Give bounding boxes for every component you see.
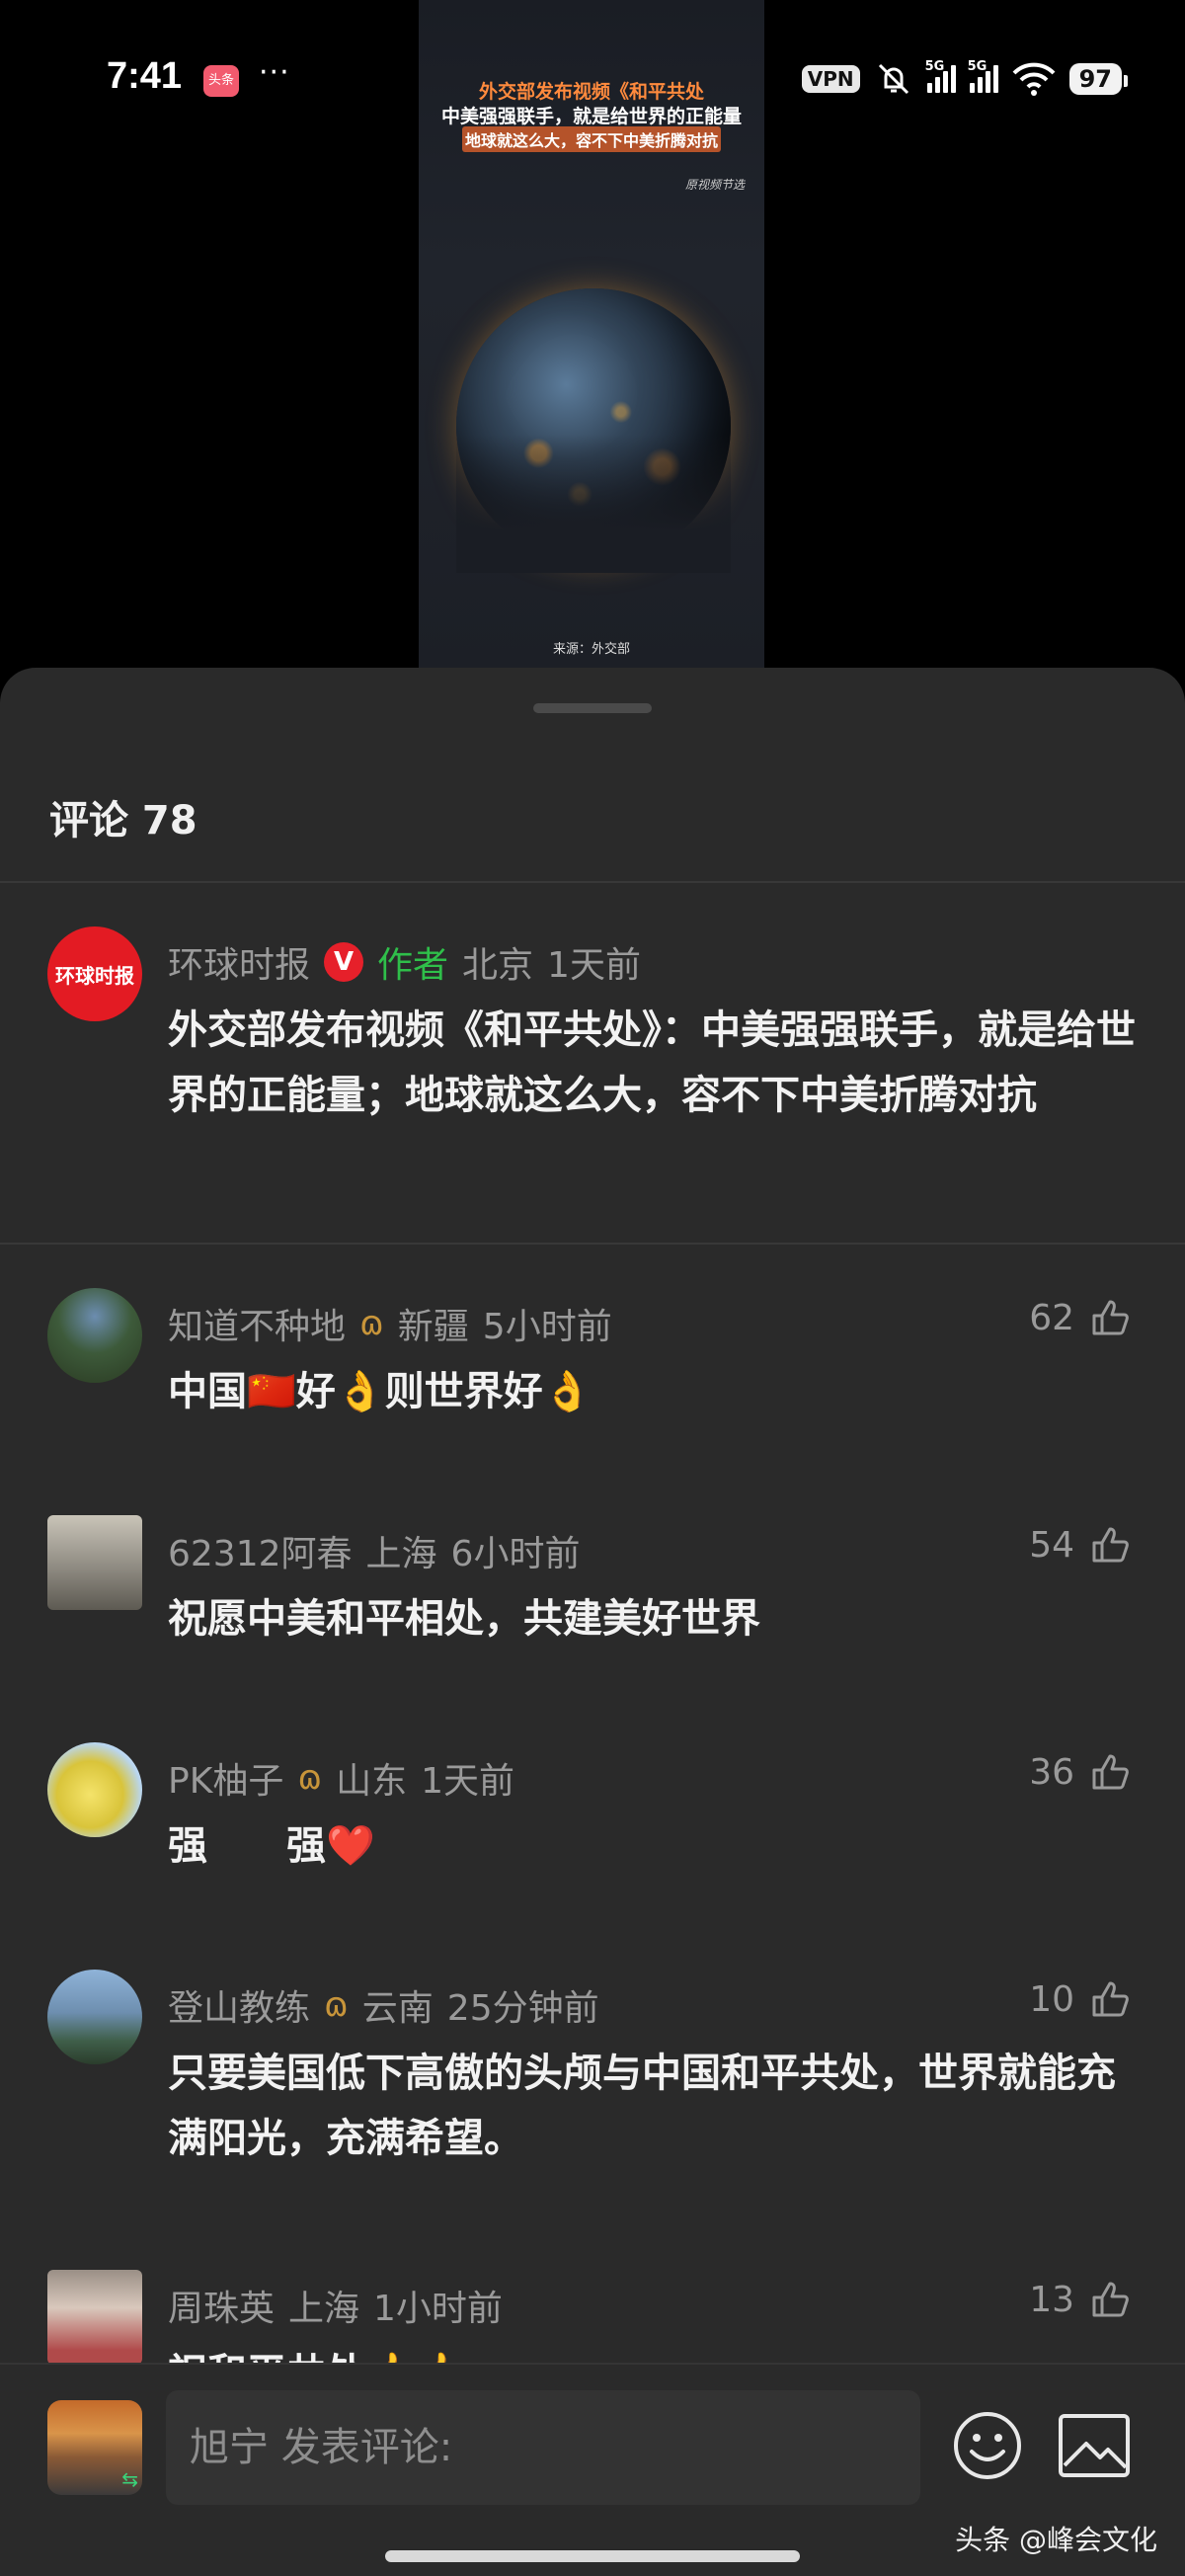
vip-badge-icon: ɷ	[359, 1304, 384, 1343]
comment-meta: 62312阿春 上海 6小时前	[168, 1525, 580, 1576]
comment-meta: PK柚子 ɷ 山东 1天前	[168, 1752, 514, 1804]
mute-icon	[878, 63, 908, 95]
comments-count-title: 评论 78	[49, 798, 198, 844]
more-notifications-icon: ···	[259, 55, 290, 90]
vip-badge-icon: ɷ	[324, 1985, 349, 2025]
my-avatar[interactable]: ⇆	[47, 2400, 142, 2495]
comment-meta: 环球时报 V 作者 北京 1天前	[168, 936, 641, 988]
comment-location: 上海	[365, 1534, 437, 1574]
switch-account-icon[interactable]: ⇆	[121, 2467, 138, 2491]
vpn-icon: VPN	[801, 65, 860, 93]
like-count: 62	[1029, 1297, 1074, 1338]
avatar[interactable]	[47, 1970, 142, 2064]
vip-badge-icon: ɷ	[297, 1758, 323, 1798]
avatar-logo-text: 环球时报	[55, 963, 134, 988]
comment-input-bar: ⇆ 旭宁 发表评论: 头条 @峰会文化	[0, 2363, 1185, 2576]
signal-1-icon: 5G	[925, 59, 956, 93]
comment-time: 5小时前	[482, 1307, 612, 1347]
like-count: 54	[1029, 1524, 1074, 1566]
commenter-name[interactable]: PK柚子	[168, 1752, 283, 1804]
commenter-name[interactable]: 登山教练	[168, 1979, 310, 2031]
avatar[interactable]: 环球时报	[47, 926, 142, 1021]
comment-location: 山东	[336, 1761, 408, 1802]
like-count: 10	[1029, 1978, 1074, 2020]
avatar[interactable]	[47, 1288, 142, 1383]
thumbs-up-icon	[1092, 1300, 1129, 1335]
comment-meta: 知道不种地 ɷ 新疆 5小时前	[168, 1298, 612, 1349]
network-type-1: 5G	[924, 59, 945, 74]
app-notification-icon: 头条	[203, 65, 239, 97]
thumbs-up-icon	[1092, 1981, 1129, 2017]
battery-icon: 97	[1068, 63, 1129, 95]
commenter-name[interactable]: 知道不种地	[168, 1298, 346, 1349]
like-count: 36	[1029, 1751, 1074, 1793]
comment-text[interactable]: 只要美国低下高傲的头颅与中国和平共处，世界就能充满阳光，充满希望。	[168, 2041, 1146, 2171]
commenter-name[interactable]: 环球时报	[168, 936, 310, 988]
verified-badge-icon: V	[324, 942, 364, 982]
author-tag: 作者	[377, 945, 449, 986]
comment-location: 云南	[361, 1988, 434, 2029]
commenter-name[interactable]: 周珠英	[168, 2280, 275, 2331]
video-tag: 原视频节选	[684, 178, 745, 192]
drag-handle[interactable]	[533, 703, 652, 713]
comment-time: 6小时前	[450, 1534, 581, 1574]
image-upload-icon[interactable]	[1057, 2412, 1132, 2479]
like-button[interactable]: 36	[1029, 1750, 1132, 1794]
commenter-name[interactable]: 62312阿春	[168, 1525, 353, 1576]
thumbs-up-icon	[1092, 2282, 1129, 2317]
network-type-2: 5G	[967, 59, 988, 74]
status-bar: 7:41 头条 ··· VPN 5G 5G 97	[0, 49, 1185, 109]
avatar[interactable]	[47, 1742, 142, 1837]
avatar[interactable]	[47, 2270, 142, 2365]
like-button[interactable]: 54	[1029, 1523, 1132, 1567]
comment-text[interactable]: 中国🇨🇳好👌则世界好👌	[168, 1359, 1146, 1424]
comment-location: 新疆	[397, 1307, 469, 1347]
status-icons: VPN 5G 5G 97	[801, 57, 1129, 101]
comment-location: 北京	[462, 945, 534, 986]
comment-text[interactable]: 强 强❤️	[168, 1813, 1146, 1879]
comment-sheet[interactable]: 评论 78 环球时报 环球时报 V 作者 北京 1天前 外交部发布视频《和平共处…	[0, 668, 1185, 2576]
comment-time: 1天前	[421, 1761, 515, 1802]
signal-2-icon: 5G	[968, 59, 998, 93]
comment-meta: 登山教练 ɷ 云南 25分钟前	[168, 1979, 599, 2031]
comment-meta: 周珠英 上海 1小时前	[168, 2280, 503, 2331]
comment-text[interactable]: 祝愿中美和平相处，共建美好世界	[168, 1586, 1146, 1651]
header-divider	[0, 881, 1185, 883]
author-divider	[0, 1243, 1185, 1245]
thumbs-up-icon	[1092, 1527, 1129, 1563]
avatar[interactable]	[47, 1515, 142, 1610]
clock: 7:41	[107, 55, 183, 97]
comment-time: 1小时前	[373, 2289, 503, 2329]
video-source: 来源：外交部	[552, 642, 630, 657]
watermark: 头条 @峰会文化	[955, 2524, 1157, 2556]
like-button[interactable]: 10	[1029, 1977, 1132, 2021]
comment-input[interactable]: 旭宁 发表评论:	[166, 2390, 920, 2505]
like-button[interactable]: 13	[1029, 2278, 1132, 2321]
comment-time: 25分钟前	[446, 1988, 599, 2029]
like-count: 13	[1029, 2279, 1074, 2320]
emoji-icon[interactable]	[950, 2408, 1025, 2483]
comment-time: 1天前	[547, 945, 641, 986]
home-indicator[interactable]	[385, 2550, 800, 2562]
thumbs-up-icon	[1092, 1754, 1129, 1790]
like-button[interactable]: 62	[1029, 1296, 1132, 1339]
globe-shadow	[456, 435, 731, 573]
video-caption-highlight: 地球就这么大，容不下中美折腾对抗	[462, 126, 721, 152]
comment-text[interactable]: 外交部发布视频《和平共处》：中美强强联手，就是给世界的正能量；地球就这么大，容不…	[168, 998, 1146, 1128]
comment-location: 上海	[288, 2289, 360, 2329]
wifi-icon	[1012, 62, 1056, 96]
